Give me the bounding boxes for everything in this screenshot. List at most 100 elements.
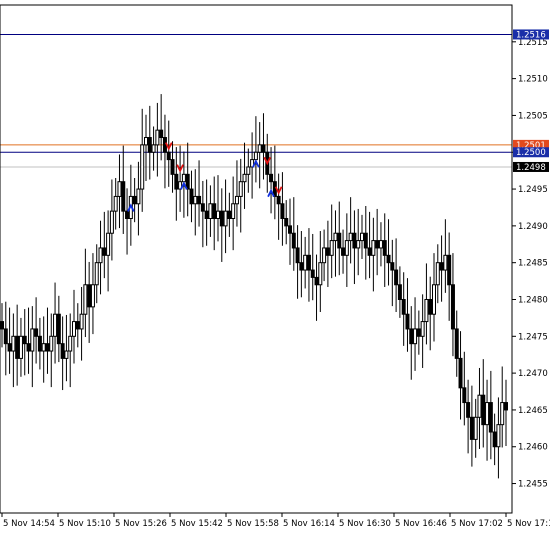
candle-body [219, 210, 224, 227]
candle-body [223, 210, 228, 227]
candle-body [424, 298, 429, 323]
candle-body [382, 240, 387, 256]
candle-body [53, 313, 58, 337]
price-chart[interactable]: 1.25151.25101.25051.25001.24951.24901.24… [0, 0, 550, 531]
candle-body [56, 313, 61, 345]
candle-body [401, 298, 406, 315]
candle-body [132, 195, 137, 205]
candle-body [318, 262, 323, 286]
candle-body [416, 328, 421, 337]
plot-frame [0, 4, 513, 514]
candle-body [30, 328, 35, 352]
candle-body [314, 276, 319, 286]
candle-body [500, 402, 505, 426]
candle-body [443, 254, 448, 271]
candle-body [291, 232, 296, 249]
candles [0, 94, 508, 479]
candle-body [0, 321, 4, 330]
x-tick-label: 5 Nov 17:18 [507, 519, 550, 529]
y-tick-label: 1.2475 [518, 332, 548, 342]
candle-body [269, 173, 274, 183]
candle-body [106, 232, 111, 256]
candle-body [360, 232, 364, 242]
candle-body [41, 343, 46, 352]
candle-body [284, 218, 289, 227]
candle-body [79, 313, 84, 330]
candle-body [144, 137, 148, 146]
axes: 1.25151.25101.25051.25001.24951.24901.24… [0, 4, 550, 529]
candle-body [363, 232, 368, 249]
candle-body [371, 240, 376, 256]
candle-body [435, 262, 440, 286]
candle-body [197, 195, 202, 205]
candle-body [174, 173, 179, 190]
y-tick-label: 1.2455 [518, 480, 548, 490]
candle-body [409, 328, 414, 345]
candle-body [341, 247, 346, 256]
candle-body [257, 144, 262, 153]
candle-body [181, 173, 186, 183]
x-tick-label: 5 Nov 15:10 [59, 519, 111, 529]
x-tick-label: 5 Nov 15:42 [171, 519, 223, 529]
level-tag-label: 1.2500 [516, 148, 546, 158]
candle-body [166, 151, 171, 161]
candle-body [83, 284, 88, 315]
signal-arrows [127, 142, 283, 212]
candle-body [405, 313, 410, 330]
candle-body [344, 240, 349, 256]
candle-body [477, 394, 482, 418]
candle-body [117, 181, 122, 197]
chart-canvas[interactable]: 1.25151.25101.25051.25001.24951.24901.24… [0, 0, 550, 531]
candle-body [136, 188, 141, 205]
y-tick-label: 1.2480 [518, 295, 548, 305]
candle-body [72, 321, 76, 337]
candle-body [18, 335, 23, 359]
x-tick-label: 5 Nov 16:46 [395, 519, 447, 529]
candle-body [276, 195, 281, 205]
level-tag-label: 1.2498 [516, 163, 546, 173]
x-tick-label: 5 Nov 16:30 [339, 519, 391, 529]
x-tick-label: 5 Nov 15:26 [115, 519, 167, 529]
candle-body [337, 232, 342, 249]
candle-body [125, 210, 130, 220]
candle-body [280, 203, 285, 220]
candle-body [113, 195, 118, 212]
candle-body [121, 181, 126, 212]
candle-body [94, 262, 99, 286]
candle-body [90, 284, 95, 308]
candle-body [155, 129, 160, 146]
candle-body [432, 284, 436, 315]
candle-body [87, 284, 92, 308]
candle-body [64, 350, 69, 359]
candle-body [504, 402, 508, 411]
level-tag-label: 1.2516 [516, 30, 546, 40]
candle-body [231, 203, 236, 220]
candle-body [22, 335, 27, 345]
candle-body [488, 402, 493, 433]
candle-body [75, 321, 80, 330]
x-tick-label: 5 Nov 14:54 [3, 519, 55, 529]
candle-body [253, 151, 258, 161]
candle-body [204, 210, 209, 220]
candle-body [216, 210, 220, 220]
candle-body [397, 284, 402, 300]
candle-body [26, 343, 31, 352]
candle-body [322, 247, 327, 264]
candle-body [454, 328, 459, 359]
y-tick-label: 1.2460 [518, 443, 548, 453]
candle-body [15, 335, 20, 359]
candle-body [348, 232, 353, 242]
candle-body [102, 247, 107, 256]
candle-body [60, 343, 65, 359]
candle-body [299, 262, 304, 271]
candle-body [306, 254, 311, 271]
candle-body [481, 394, 486, 426]
candle-body [200, 203, 205, 212]
candle-body [367, 247, 372, 256]
candle-body [193, 195, 198, 205]
y-tick-label: 1.2495 [518, 185, 548, 195]
candle-body [413, 328, 418, 345]
candle-body [227, 210, 232, 220]
candle-body [242, 173, 247, 183]
candle-body [11, 335, 16, 352]
